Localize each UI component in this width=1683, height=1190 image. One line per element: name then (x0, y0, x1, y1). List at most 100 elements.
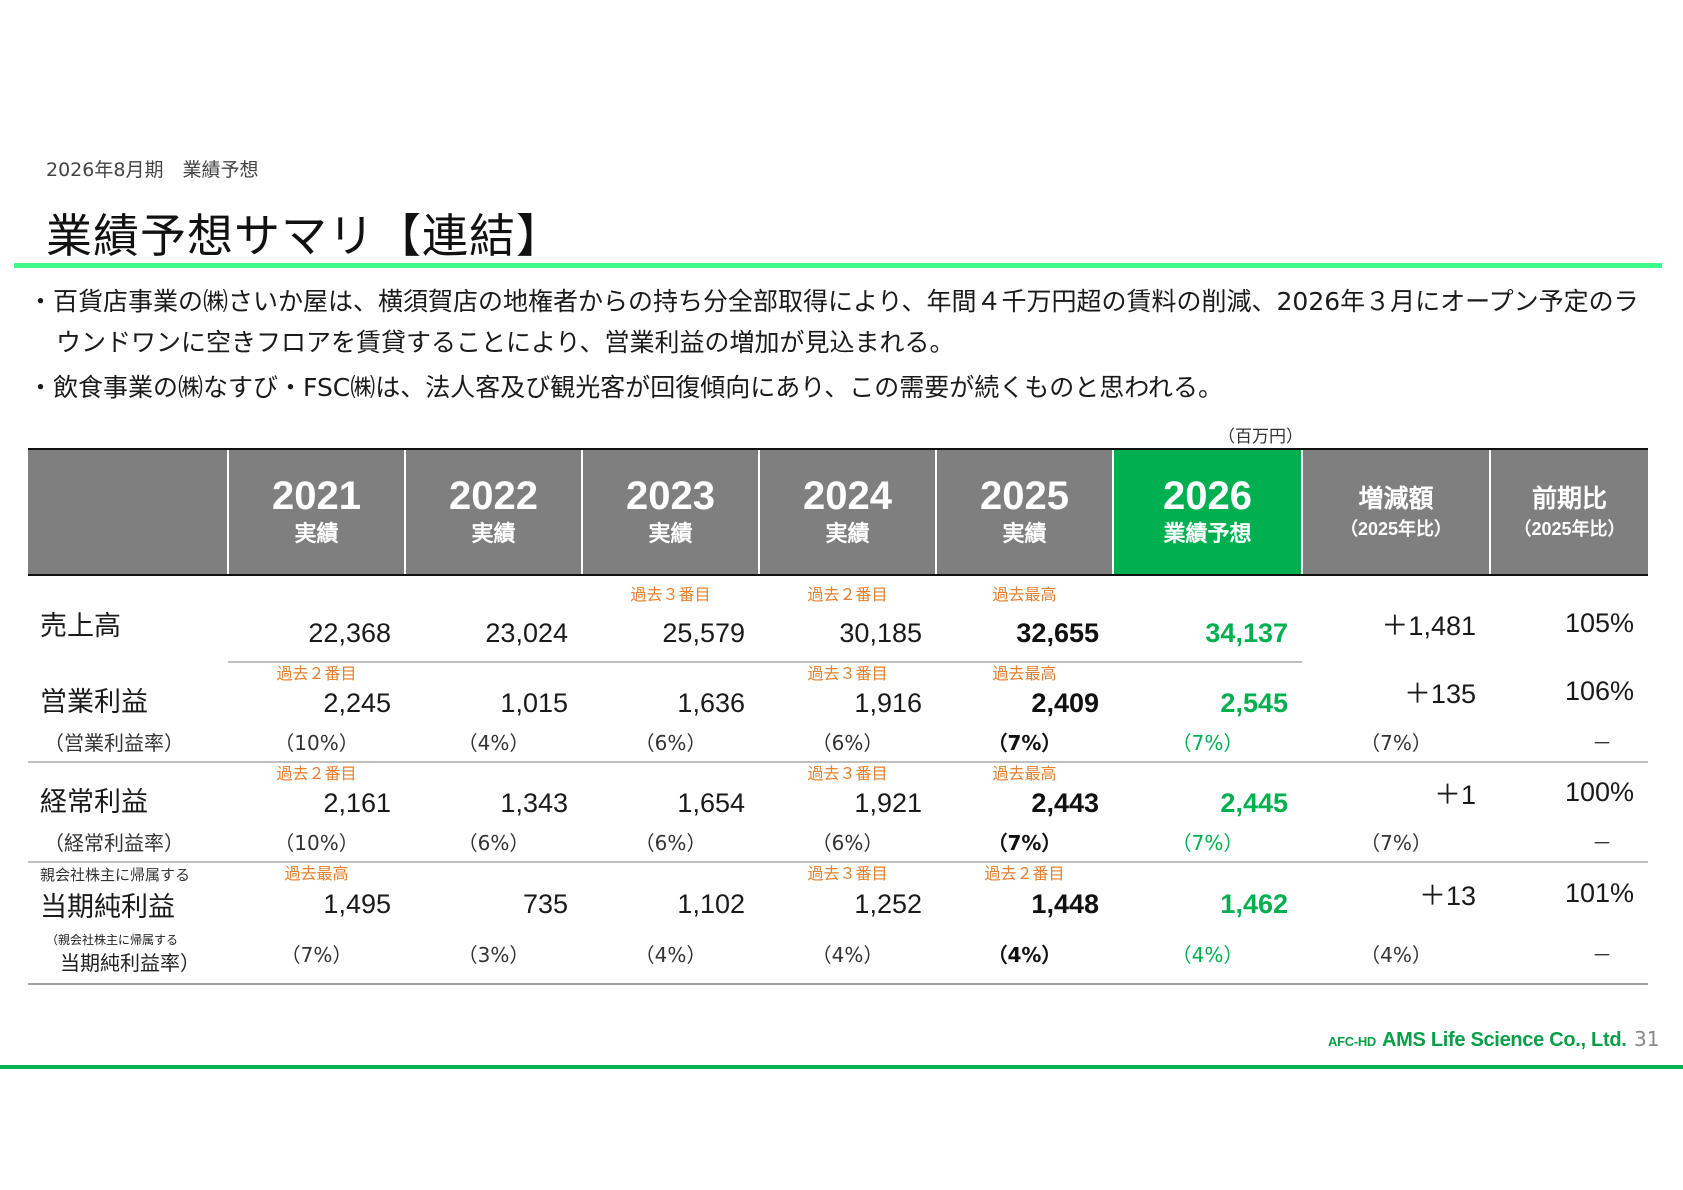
row-block-net-profit: 親会社株主に帰属する 過去最高 過去３番目 過去２番目 ＋13 101% 当期純… (28, 862, 1648, 985)
diff-margin-cell: （7%） (1302, 721, 1490, 763)
row-sublabel-operating-margin: （営業利益率） (28, 721, 228, 763)
forecast-value-cell: 1,462 (1220, 889, 1288, 919)
rank-note (405, 584, 582, 606)
rank-note: 過去２番目 (276, 764, 357, 783)
ratio-value: 105% (1564, 607, 1634, 638)
header-2025: 2025 実績 (935, 448, 1113, 576)
page-number: 31 (1634, 1027, 1660, 1051)
ratio-value: 100% (1564, 776, 1634, 807)
value-cell: 23,024 (405, 606, 582, 663)
rank-note (1113, 862, 1302, 885)
rank-note: 過去２番目 (807, 585, 888, 604)
bullet-item: ・飲食事業の㈱なすび・FSC㈱は、法人客及び観光客が回復傾向にあり、この需要が続… (28, 373, 1224, 402)
value-cell: 1,448 (1031, 889, 1099, 919)
row-label-operating-profit: 営業利益 (40, 687, 148, 718)
row-label-net-profit: 当期純利益 (40, 892, 175, 923)
header-2023: 2023 実績 (581, 448, 759, 576)
value-cell: 735 (522, 889, 568, 919)
rank-note: 過去最高 (284, 864, 349, 883)
margin-cell: （6%） (582, 721, 759, 763)
bullet-list: ・百貨店事業の㈱さいか屋は、横須賀店の地権者からの持ち分全部取得により、年間４千… (28, 281, 1646, 412)
row-label-ordinary-profit: 経常利益 (40, 787, 148, 818)
forecast-margin-cell: （7%） (1113, 721, 1302, 763)
value-cell: 1,252 (854, 889, 922, 919)
margin-cell: （7%） (936, 821, 1113, 863)
value-cell: 22,368 (228, 606, 405, 663)
row-block-sales: 売上高 過去３番目 過去２番目 過去最高 ＋1,481 105% 22,368 … (28, 584, 1648, 663)
margin-cell: （6%） (405, 821, 582, 863)
value-cell: 1,343 (500, 787, 568, 818)
rank-note: 過去３番目 (807, 664, 888, 683)
forecast-margin-cell: （7%） (1113, 821, 1302, 863)
rank-note: 過去２番目 (276, 664, 357, 683)
rank-note (582, 762, 759, 785)
rank-note: 過去３番目 (630, 585, 711, 604)
margin-cell: （6%） (759, 821, 936, 863)
value-cell: 2,161 (323, 787, 391, 818)
diff-margin-cell: （4%） (1302, 924, 1490, 985)
rank-note (582, 862, 759, 885)
value-cell: 25,579 (582, 606, 759, 663)
margin-cell: （6%） (582, 821, 759, 863)
margin-cell: （4%） (582, 924, 759, 985)
header-ratio: 前期比 （2025年比） (1489, 448, 1648, 576)
value-cell: 1,916 (854, 687, 922, 718)
forecast-table: 2021 実績 2022 実績 2023 実績 2024 実績 2025 実績 2026 業… (28, 448, 1648, 985)
value-cell: 1,636 (677, 687, 745, 718)
rank-note (1113, 584, 1302, 606)
margin-cell: （6%） (759, 721, 936, 763)
ratio-dash: － (1490, 924, 1648, 985)
diff-value: ＋135 (1403, 679, 1476, 709)
forecast-value-cell: 2,445 (1220, 787, 1288, 818)
row-block-ordinary-profit: 経常利益 過去２番目 過去３番目 過去最高 ＋1 100% 2,161 1,34… (28, 762, 1648, 863)
bullet-item: ・百貨店事業の㈱さいか屋は、横須賀店の地権者からの持ち分全部取得により、年間４千… (28, 287, 1639, 357)
rank-note: 過去３番目 (807, 764, 888, 783)
value-cell: 30,185 (759, 606, 936, 663)
value-cell: 2,443 (1031, 787, 1099, 818)
margin-cell: （10%） (228, 821, 405, 863)
forecast-margin-cell: （4%） (1113, 924, 1302, 985)
margin-cell: （4%） (759, 924, 936, 985)
value-cell: 2,409 (1031, 687, 1099, 718)
title-divider (14, 263, 1662, 268)
header-2022: 2022 実績 (404, 448, 582, 576)
forecast-value-cell: 2,545 (1220, 687, 1288, 718)
rank-note (1113, 762, 1302, 785)
margin-cell: （7%） (228, 924, 405, 985)
header-2024: 2024 実績 (758, 448, 936, 576)
rank-note (405, 762, 582, 785)
rank-note: 過去最高 (992, 764, 1057, 783)
value-cell: 1,495 (323, 889, 391, 919)
net-margin-sublabel-small: （親会社株主に帰属する (46, 932, 179, 947)
logo-prefix: AFC-HD (1328, 1034, 1377, 1049)
rank-note (582, 662, 759, 685)
ratio-value: 101% (1564, 878, 1634, 908)
header-diff: 増減額 （2025年比） (1301, 448, 1490, 576)
value-cell: 1,102 (677, 889, 745, 919)
rank-note: 過去３番目 (807, 864, 888, 883)
unit-label: （百万円） (1218, 427, 1303, 447)
company-logo: AFC-HD AMS Life Science Co., Ltd. (1328, 1029, 1627, 1052)
diff-value: ＋1 (1433, 779, 1476, 810)
header-blank (28, 448, 228, 576)
row-sublabel-net-margin: （親会社株主に帰属する 当期純利益率） (28, 924, 228, 985)
header-2021: 2021 実績 (227, 448, 405, 576)
diff-margin-cell: （7%） (1302, 821, 1490, 863)
rank-note (405, 662, 582, 685)
margin-cell: （4%） (405, 721, 582, 763)
value-cell: 1,921 (854, 787, 922, 818)
diff-value: ＋13 (1418, 881, 1476, 911)
footer-divider (0, 1065, 1683, 1069)
table-header-row: 2021 実績 2022 実績 2023 実績 2024 実績 2025 実績 2026 業… (28, 448, 1648, 576)
row-prelabel-net-profit: 親会社株主に帰属する (40, 865, 191, 884)
rank-note: 過去２番目 (984, 864, 1065, 883)
rank-note (405, 862, 582, 885)
row-sublabel-ordinary-margin: （経常利益率） (28, 821, 228, 863)
row-label-sales: 売上高 (40, 610, 121, 642)
value-cell: 32,655 (936, 606, 1113, 663)
forecast-value-cell: 34,137 (1113, 606, 1302, 663)
value-cell: 1,015 (500, 687, 568, 718)
ratio-dash: － (1490, 821, 1648, 863)
header-2026-forecast: 2026 業績予想 (1112, 448, 1302, 576)
margin-cell: （10%） (228, 721, 405, 763)
